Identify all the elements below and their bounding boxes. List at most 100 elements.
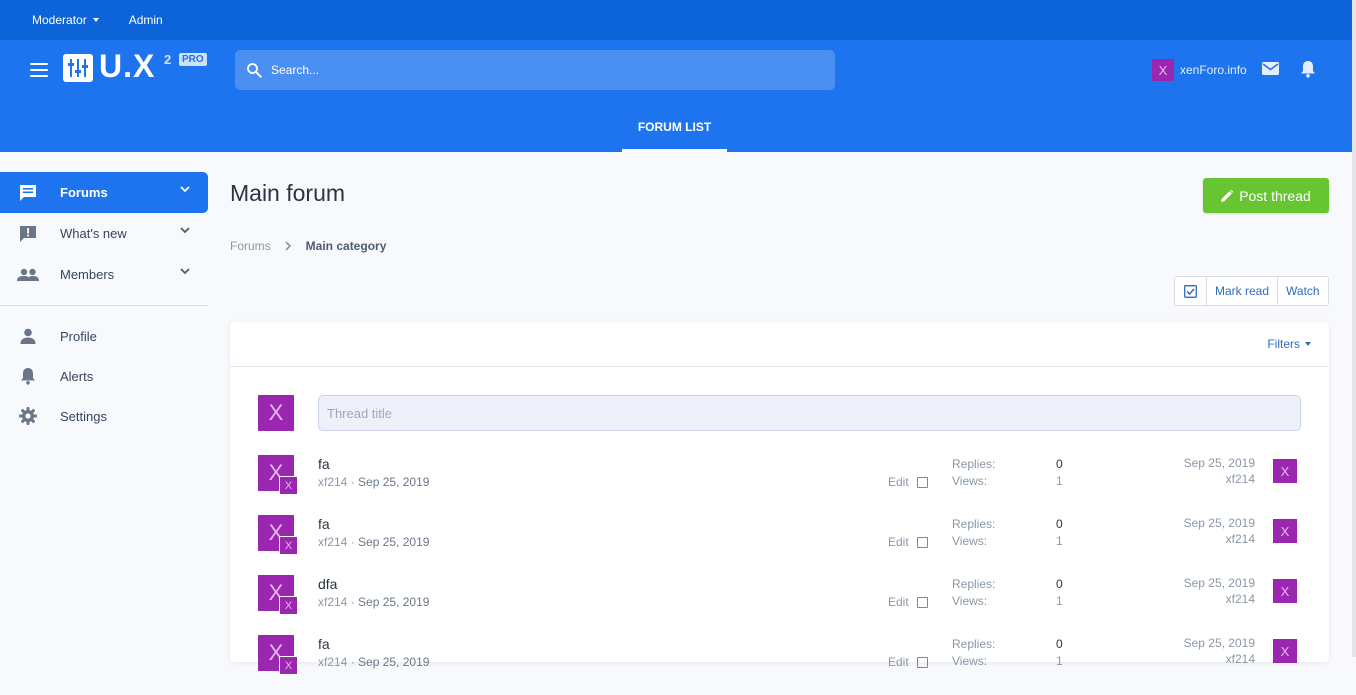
avatar-mini[interactable]: X xyxy=(279,656,298,675)
select-all-button[interactable] xyxy=(1175,277,1206,305)
sidebar: Forums What's new Members Profile Alerts… xyxy=(0,172,208,436)
last-poster-avatar[interactable]: X xyxy=(1273,459,1297,483)
sidebar-item-label: Alerts xyxy=(60,368,94,384)
watch-button[interactable]: Watch xyxy=(1277,277,1328,305)
last-post-date[interactable]: Sep 25, 2019 xyxy=(1184,635,1255,651)
replies-count: 0 xyxy=(1056,517,1063,531)
views-label: Views: xyxy=(952,534,988,548)
sidebar-item-whats-new[interactable]: What's new xyxy=(0,213,208,254)
last-post-date[interactable]: Sep 25, 2019 xyxy=(1184,455,1255,471)
chevron-down-icon[interactable] xyxy=(180,186,190,193)
edit-label: Edit xyxy=(888,535,909,549)
avatar-mini[interactable]: X xyxy=(279,476,298,495)
bell-icon xyxy=(16,364,40,388)
edit-control[interactable]: Edit xyxy=(888,535,928,549)
post-thread-label: Post thread xyxy=(1239,187,1311,204)
sidebar-item-label: Settings xyxy=(60,408,107,424)
search-input[interactable]: Search... xyxy=(235,50,835,90)
chevron-down-icon[interactable] xyxy=(180,227,190,234)
scrollbar[interactable] xyxy=(1352,0,1356,657)
thread-title[interactable]: fa xyxy=(318,516,330,532)
thread-stats-values: 01 xyxy=(1056,456,1063,490)
last-post-user[interactable]: xf214 xyxy=(1184,651,1255,667)
last-post-date[interactable]: Sep 25, 2019 xyxy=(1184,575,1255,591)
sidebar-item-members[interactable]: Members xyxy=(0,254,208,295)
thread-date: Sep 25, 2019 xyxy=(358,535,430,549)
sidebar-item-label: Forums xyxy=(60,185,108,200)
thread-title[interactable]: fa xyxy=(318,456,330,472)
views-count: 1 xyxy=(1056,654,1063,668)
thread-title[interactable]: fa xyxy=(318,636,330,652)
last-post: Sep 25, 2019 xf214 xyxy=(1184,515,1255,547)
last-post-user[interactable]: xf214 xyxy=(1184,471,1255,487)
breadcrumb-item-forums[interactable]: Forums xyxy=(230,239,271,253)
table-row: X X fa xf214 · Sep 25, 2019 Edit Replies… xyxy=(258,635,1303,695)
thread-checkbox[interactable] xyxy=(916,476,928,488)
thread-checkbox[interactable] xyxy=(916,536,928,548)
staff-bar: Moderator Admin xyxy=(0,0,1356,40)
post-thread-button[interactable]: Post thread xyxy=(1203,178,1329,213)
page-title: Main forum xyxy=(230,180,346,206)
user-menu[interactable]: X xenForo.info xyxy=(1152,59,1247,81)
thread-author[interactable]: xf214 xyxy=(318,535,347,549)
edit-label: Edit xyxy=(888,595,909,609)
filters-label: Filters xyxy=(1267,337,1300,351)
avatar: X xyxy=(258,395,294,431)
replies-label: Replies: xyxy=(952,577,996,591)
replies-label: Replies: xyxy=(952,637,996,651)
edit-control[interactable]: Edit xyxy=(888,475,928,489)
admin-link[interactable]: Admin xyxy=(129,13,163,27)
menu-icon[interactable] xyxy=(30,63,48,77)
search-icon xyxy=(247,63,262,78)
mark-read-button[interactable]: Mark read xyxy=(1206,277,1277,305)
edit-label: Edit xyxy=(888,475,909,489)
thread-checkbox[interactable] xyxy=(916,656,928,668)
thread-title[interactable]: dfa xyxy=(318,576,337,592)
last-post-user[interactable]: xf214 xyxy=(1184,531,1255,547)
avatar-mini[interactable]: X xyxy=(279,536,298,555)
thread-date: Sep 25, 2019 xyxy=(358,595,430,609)
thread-date: Sep 25, 2019 xyxy=(358,475,430,489)
sidebar-item-alerts[interactable]: Alerts xyxy=(0,356,208,396)
thread-author[interactable]: xf214 xyxy=(318,595,347,609)
views-label: Views: xyxy=(952,654,988,668)
thread-author[interactable]: xf214 xyxy=(318,655,347,669)
last-post-date[interactable]: Sep 25, 2019 xyxy=(1184,515,1255,531)
moderator-menu[interactable]: Moderator xyxy=(32,13,99,27)
edit-control[interactable]: Edit xyxy=(888,655,928,669)
thread-stats-values: 01 xyxy=(1056,576,1063,610)
replies-count: 0 xyxy=(1056,637,1063,651)
site-logo[interactable]: U.X 2 PRO xyxy=(63,48,213,86)
mail-icon[interactable] xyxy=(1262,62,1279,76)
last-poster-avatar[interactable]: X xyxy=(1273,579,1297,603)
sidebar-item-settings[interactable]: Settings xyxy=(0,396,208,436)
last-poster-avatar[interactable]: X xyxy=(1273,519,1297,543)
thread-stats-values: 01 xyxy=(1056,516,1063,550)
logo-mixer-icon xyxy=(63,54,93,82)
views-count: 1 xyxy=(1056,474,1063,488)
breadcrumb: Forums Main category xyxy=(230,239,386,253)
edit-control[interactable]: Edit xyxy=(888,595,928,609)
sidebar-divider xyxy=(0,305,208,306)
bell-icon[interactable] xyxy=(1300,60,1316,78)
sidebar-item-profile[interactable]: Profile xyxy=(0,316,208,356)
avatar-mini[interactable]: X xyxy=(279,596,298,615)
avatar: X xyxy=(1152,59,1174,81)
thread-checkbox[interactable] xyxy=(916,596,928,608)
forum-icon xyxy=(16,181,40,205)
sidebar-item-forums[interactable]: Forums xyxy=(0,172,208,213)
filters-menu[interactable]: Filters xyxy=(1267,337,1311,351)
last-post-user[interactable]: xf214 xyxy=(1184,591,1255,607)
sidebar-item-label: Profile xyxy=(60,328,97,344)
checkbox-checked-icon xyxy=(1184,284,1197,298)
thread-author[interactable]: xf214 xyxy=(318,475,347,489)
breadcrumb-item-main-category[interactable]: Main category xyxy=(306,239,387,253)
replies-label: Replies: xyxy=(952,457,996,471)
person-icon xyxy=(16,324,40,348)
tab-forum-list[interactable]: FORUM LIST xyxy=(622,104,727,152)
views-count: 1 xyxy=(1056,534,1063,548)
admin-label: Admin xyxy=(128,13,163,27)
last-poster-avatar[interactable]: X xyxy=(1273,639,1297,663)
chevron-down-icon[interactable] xyxy=(180,268,190,275)
thread-title-input[interactable]: Thread title xyxy=(318,395,1301,431)
